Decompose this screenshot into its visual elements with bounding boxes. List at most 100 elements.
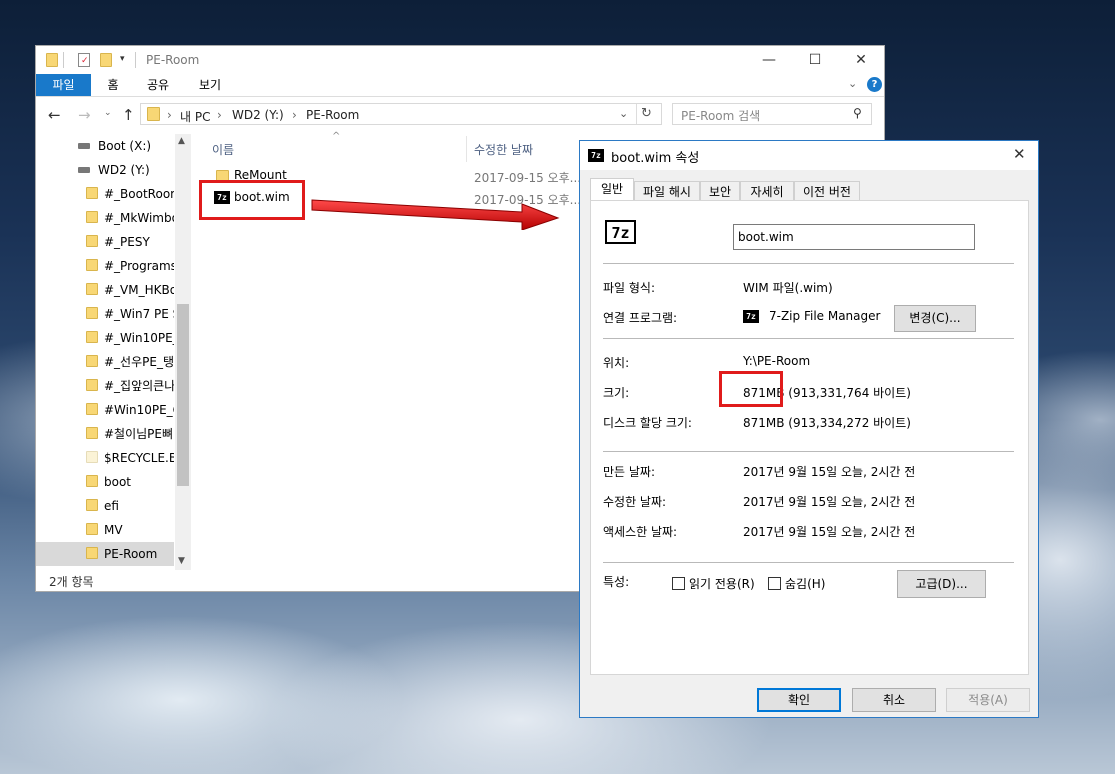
type-value: WIM 파일(.wim) xyxy=(743,281,833,295)
tree-item[interactable]: efi xyxy=(86,494,174,518)
tab-previous-versions[interactable]: 이전 버전 xyxy=(794,181,860,201)
folder-icon xyxy=(86,331,98,343)
close-icon[interactable]: ✕ xyxy=(1013,145,1026,163)
accessed-label: 액세스한 날짜: xyxy=(603,525,678,539)
folder-icon xyxy=(86,379,98,391)
folder-icon xyxy=(86,307,98,319)
customize-toolbar-icon[interactable]: ▾ xyxy=(120,54,125,64)
highlight-box xyxy=(199,180,305,220)
checkbox-box[interactable] xyxy=(672,577,685,590)
dialog-title: boot.wim 속성 xyxy=(611,151,700,166)
tab-file-hash[interactable]: 파일 해시 xyxy=(634,181,700,201)
checkbox-box[interactable] xyxy=(768,577,781,590)
chevron-right-icon: › xyxy=(167,108,172,122)
minimize-button[interactable]: — xyxy=(749,50,789,70)
tab-file[interactable]: 파일 xyxy=(36,74,91,96)
tree-item-label: #_BootRoom xyxy=(104,187,174,201)
column-header-date[interactable]: 수정한 날짜 xyxy=(474,141,533,158)
tab-home[interactable]: 홈 xyxy=(98,74,128,96)
search-input[interactable]: PE-Room 검색 ⚲ xyxy=(672,103,872,125)
maximize-button[interactable]: ☐ xyxy=(795,50,835,70)
search-icon[interactable]: ⚲ xyxy=(853,106,862,120)
created-label: 만든 날짜: xyxy=(603,465,656,479)
tree-item[interactable]: MV xyxy=(86,518,174,542)
cancel-button[interactable]: 취소 xyxy=(852,688,936,712)
chevron-down-icon[interactable]: ⌄ xyxy=(848,77,857,90)
tree-item-label: #_PESY xyxy=(104,235,150,249)
change-button[interactable]: 변경(C)... xyxy=(894,305,976,332)
tree-item-boot-drive[interactable]: Boot (X:) xyxy=(78,134,151,158)
dropdown-icon[interactable]: ⌄ xyxy=(619,107,628,120)
readonly-label: 읽기 전용(R) xyxy=(689,577,755,591)
tree-item[interactable]: #_Win7 PE Su xyxy=(86,302,174,326)
address-bar[interactable]: › 내 PC › WD2 (Y:) › PE-Room ⌄ ↻ xyxy=(140,103,662,125)
scroll-down-icon[interactable]: ▼ xyxy=(178,556,185,566)
breadcrumb-this-pc[interactable]: 내 PC xyxy=(180,108,210,125)
tree-item-label: WD2 (Y:) xyxy=(98,163,150,177)
drive-icon xyxy=(78,143,90,149)
tree-item[interactable]: $RECYCLE.BII xyxy=(86,446,174,470)
tree-item[interactable]: #_BootRoom xyxy=(86,182,174,206)
recent-locations-icon[interactable]: ⌄ xyxy=(104,108,112,118)
properties-icon[interactable]: ✓ xyxy=(78,53,90,67)
folder-icon xyxy=(86,451,98,463)
opens-with-value: 7-Zip File Manager xyxy=(769,309,881,323)
advanced-button[interactable]: 고급(D)... xyxy=(897,570,986,598)
tree-item[interactable]: #_Win10PE_s xyxy=(86,326,174,350)
close-button[interactable]: ✕ xyxy=(841,50,881,70)
tab-view[interactable]: 보기 xyxy=(192,74,228,96)
forward-arrow-icon[interactable]: → xyxy=(78,106,91,124)
tree-item-selected[interactable]: PE-Room xyxy=(36,542,174,566)
back-arrow-icon[interactable]: ← xyxy=(48,106,61,124)
tree-item[interactable]: #_VM_HKBoo xyxy=(86,278,174,302)
tree-item[interactable]: #_집앞의큰나 xyxy=(86,374,174,398)
location-value: Y:\PE-Room xyxy=(743,354,811,368)
tab-general[interactable]: 일반 xyxy=(590,178,634,200)
refresh-icon[interactable]: ↻ xyxy=(641,106,652,121)
chevron-right-icon: › xyxy=(292,108,297,122)
divider xyxy=(603,263,1014,264)
breadcrumb-drive[interactable]: WD2 (Y:) xyxy=(232,108,284,122)
divider xyxy=(603,338,1014,339)
tree-item[interactable]: #_Programs xyxy=(86,254,174,278)
folder-icon xyxy=(86,427,98,439)
tree-item[interactable]: #_PESY xyxy=(86,230,174,254)
highlight-box xyxy=(719,371,783,407)
tree-item-wd2-drive[interactable]: WD2 (Y:) xyxy=(78,158,150,182)
file-name-value: boot.wim xyxy=(738,230,794,244)
sort-arrow-icon: ^ xyxy=(332,131,341,142)
tree-item[interactable]: #Win10PE_Cl xyxy=(86,398,174,422)
divider xyxy=(135,52,136,68)
tree-item[interactable]: #철이님PE뼈 xyxy=(86,422,174,446)
tab-details[interactable]: 자세히 xyxy=(740,181,794,201)
tree-item-label: $RECYCLE.BII xyxy=(104,451,174,465)
file-name-input[interactable]: boot.wim xyxy=(733,224,975,250)
breadcrumb-folder[interactable]: PE-Room xyxy=(306,108,359,122)
up-arrow-icon[interactable]: ↑ xyxy=(122,106,135,124)
drive-icon xyxy=(78,167,90,173)
tree-scrollbar[interactable]: ▲ ▼ xyxy=(175,134,191,570)
folder-icon xyxy=(46,53,58,67)
tab-security[interactable]: 보안 xyxy=(700,181,740,201)
tree-item-label: #_선우PE_탱크 xyxy=(104,355,174,369)
hidden-checkbox[interactable]: 숨김(H) xyxy=(768,575,825,592)
ok-button[interactable]: 확인 xyxy=(757,688,841,712)
apply-button[interactable]: 적용(A) xyxy=(946,688,1030,712)
tree-item[interactable]: #_선우PE_탱크 xyxy=(86,350,174,374)
readonly-checkbox[interactable]: 읽기 전용(R) xyxy=(672,575,755,592)
folder-icon xyxy=(86,355,98,367)
divider xyxy=(603,562,1014,563)
divider xyxy=(63,52,64,68)
tree-item-label: #_집앞의큰나 xyxy=(104,379,174,393)
tab-share[interactable]: 공유 xyxy=(140,74,176,96)
scrollbar-thumb[interactable] xyxy=(177,304,189,486)
scroll-up-icon[interactable]: ▲ xyxy=(178,136,185,146)
file-date: 2017-09-15 오후... xyxy=(474,171,582,185)
column-header-name[interactable]: 이름 xyxy=(212,141,234,158)
help-icon[interactable]: ? xyxy=(867,77,882,92)
tree-item[interactable]: boot xyxy=(86,470,174,494)
tree-item[interactable]: #_MkWimboo xyxy=(86,206,174,230)
new-folder-icon[interactable] xyxy=(100,53,112,67)
status-item-count: 2개 항목 xyxy=(49,575,94,589)
column-divider[interactable] xyxy=(466,136,467,162)
